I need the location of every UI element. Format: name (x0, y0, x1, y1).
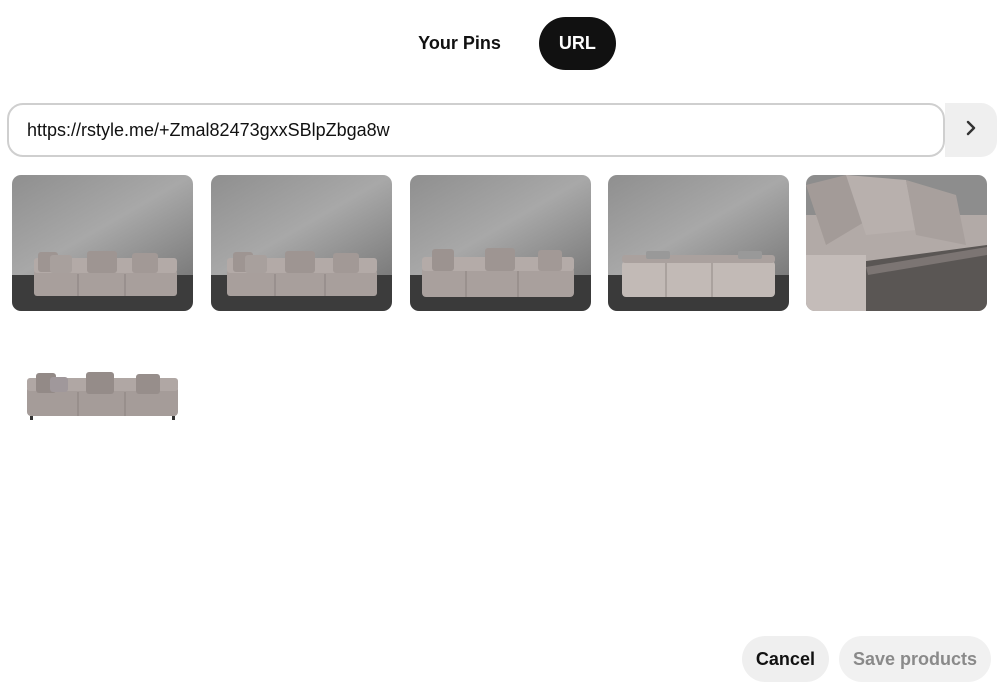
save-products-button[interactable]: Save products (838, 636, 991, 682)
url-row (7, 103, 997, 157)
tab-your-pins[interactable]: Your Pins (398, 17, 521, 70)
chevron-right-icon (963, 120, 979, 141)
dialog-footer: Cancel Save products (741, 636, 991, 682)
source-tabs: Your Pins URL (0, 17, 1000, 70)
image-option[interactable] (12, 175, 193, 311)
image-option[interactable] (806, 175, 987, 311)
tab-url[interactable]: URL (538, 17, 616, 70)
image-option[interactable] (608, 175, 789, 311)
cancel-button[interactable]: Cancel (741, 636, 829, 682)
url-submit-button[interactable] (945, 103, 997, 157)
image-option[interactable] (12, 330, 193, 466)
image-option[interactable] (410, 175, 591, 311)
image-option[interactable] (211, 175, 392, 311)
url-input[interactable] (7, 103, 945, 157)
